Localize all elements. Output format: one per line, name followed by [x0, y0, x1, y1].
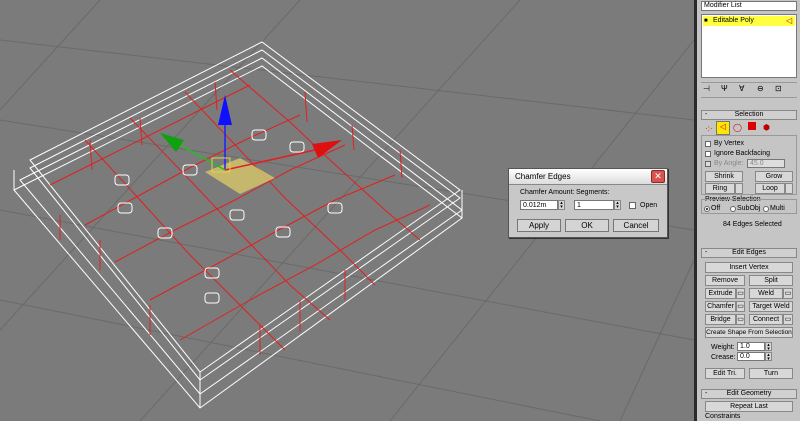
weld-settings-icon[interactable]: ▭ [783, 288, 793, 299]
segments-spinner[interactable]: ▴ ▾ [614, 200, 621, 210]
rollout-selection-title: Selection [734, 111, 764, 118]
remove-button[interactable]: Remove [705, 275, 745, 286]
rollout-edit-edges-header[interactable]: - Edit Edges [701, 248, 797, 258]
rollout-edit-edges-title: Edit Edges [732, 249, 766, 256]
dialog-title: Chamfer Edges [515, 172, 571, 181]
chamfer-amount-spinner[interactable]: ▴ ▾ [558, 200, 565, 210]
selection-status: 84 Edges Selected [723, 221, 782, 228]
open-checkbox[interactable] [629, 202, 636, 209]
rollout-toggle-icon: - [705, 249, 708, 256]
stack-toolbar-sep-bottom [701, 97, 797, 98]
rollout-edit-geometry-title: Edit Geometry [726, 390, 772, 397]
pin-stack-icon[interactable]: ⊣ [703, 84, 710, 94]
rollout-toggle-icon: - [705, 111, 708, 118]
close-icon[interactable]: ✕ [651, 170, 665, 183]
apply-button[interactable]: Apply [517, 219, 561, 232]
segments-input[interactable]: 1 [574, 200, 614, 210]
chamfer-settings-icon[interactable]: ▭ [736, 301, 745, 312]
grow-button[interactable]: Grow [755, 171, 793, 182]
edit-icon[interactable]: ◁ [786, 16, 792, 26]
stack-item-label: Editable Poly [713, 17, 754, 24]
by-angle-label: By Angle: [714, 160, 744, 167]
preview-subobj-label: SubObj [737, 205, 761, 212]
bridge-button[interactable]: Bridge [705, 314, 736, 325]
extrude-settings-icon[interactable]: ▭ [736, 288, 745, 299]
cancel-button[interactable]: Cancel [613, 219, 659, 232]
rollout-toggle-icon: - [705, 390, 708, 397]
y-axis-arrow[interactable] [160, 133, 184, 152]
segments-label: Segments: [576, 189, 610, 196]
bridge-settings-icon[interactable]: ▭ [736, 314, 745, 325]
bulb-icon[interactable]: ■ [704, 16, 708, 26]
ignore-backfacing-checkbox[interactable] [705, 151, 711, 157]
by-vertex-label: By Vertex [714, 140, 744, 147]
extrude-button[interactable]: Extrude [705, 288, 736, 299]
remove-modifier-icon[interactable]: ⊖ [757, 84, 764, 94]
dialog-titlebar[interactable]: Chamfer Edges ✕ [509, 169, 667, 185]
crease-label: Crease: [711, 354, 736, 361]
element-mode-icon[interactable]: ⬢ [763, 123, 770, 133]
stack-item-editable-poly[interactable]: Editable Poly [703, 16, 795, 26]
chamfer-amount-label: Chamfer Amount: [520, 189, 575, 196]
by-vertex-checkbox[interactable] [705, 141, 711, 147]
split-button[interactable]: Split [749, 275, 793, 286]
preview-multi-radio[interactable] [763, 206, 769, 212]
rollout-edit-geometry-header[interactable]: - Edit Geometry [701, 389, 797, 399]
connect-button[interactable]: Connect [749, 314, 783, 325]
weight-input[interactable]: 1.0 [737, 342, 765, 351]
loop-spinner[interactable] [785, 183, 793, 194]
configure-sets-icon[interactable]: ⊡ [775, 84, 782, 94]
connect-settings-icon[interactable]: ▭ [783, 314, 793, 325]
chamfer-button[interactable]: Chamfer [705, 301, 736, 312]
show-end-result-icon[interactable]: Ψ [721, 84, 728, 94]
rollout-selection-header[interactable]: - Selection [701, 110, 797, 120]
edit-tri-button[interactable]: Edit Tri. [705, 368, 745, 379]
weight-spinner[interactable]: ▴ ▾ [765, 342, 772, 352]
crease-spinner[interactable]: ▴ ▾ [765, 352, 772, 362]
selected-face [205, 158, 275, 194]
ignore-backfacing-label: Ignore Backfacing [714, 150, 771, 157]
make-unique-icon[interactable]: ∀ [739, 84, 744, 94]
ring-button[interactable]: Ring [705, 183, 735, 194]
by-angle-input[interactable]: 45.0 [747, 159, 785, 168]
repeat-last-button[interactable]: Repeat Last [705, 401, 793, 412]
by-angle-checkbox[interactable] [705, 161, 711, 167]
weight-label: Weight: [711, 344, 735, 351]
modifier-list-dropdown[interactable]: Modifier List [701, 1, 797, 11]
turn-button[interactable]: Turn [749, 368, 793, 379]
chamfer-edges-dialog: Chamfer Edges ✕ Chamfer Amount: 0.012m ▴… [508, 168, 668, 238]
border-mode-icon[interactable]: ◯ [733, 123, 742, 133]
insert-vertex-button[interactable]: Insert Vertex [705, 262, 793, 273]
x-axis-arrow[interactable] [312, 140, 342, 158]
command-panel: Modifier List Editable Poly ■ ◁ ⊣ Ψ ∀ ⊖ … [694, 0, 800, 421]
create-shape-button[interactable]: Create Shape From Selection [705, 327, 793, 338]
chamfer-amount-input[interactable]: 0.012m [520, 200, 558, 210]
loop-button[interactable]: Loop [755, 183, 785, 194]
weld-button[interactable]: Weld [749, 288, 783, 299]
crease-input[interactable]: 0.0 [737, 352, 765, 361]
modifier-stack[interactable]: Editable Poly ■ ◁ [701, 14, 797, 78]
ok-button[interactable]: OK [565, 219, 609, 232]
polygon-mode-icon[interactable] [748, 122, 756, 130]
preview-subobj-radio[interactable] [730, 206, 736, 212]
edge-mode-icon[interactable]: ◁ [716, 121, 730, 135]
stack-toolbar-sep [701, 82, 797, 83]
shrink-button[interactable]: Shrink [705, 171, 743, 182]
vertex-mode-icon[interactable]: ·:· [705, 124, 713, 134]
preview-multi-label: Multi [770, 205, 785, 212]
ring-spinner[interactable] [735, 183, 743, 194]
target-weld-button[interactable]: Target Weld [749, 301, 793, 312]
open-label: Open [640, 202, 658, 209]
preview-off-label: Off [711, 205, 721, 212]
constraints-label: Constraints [705, 413, 741, 420]
preview-off-radio[interactable] [704, 206, 710, 212]
